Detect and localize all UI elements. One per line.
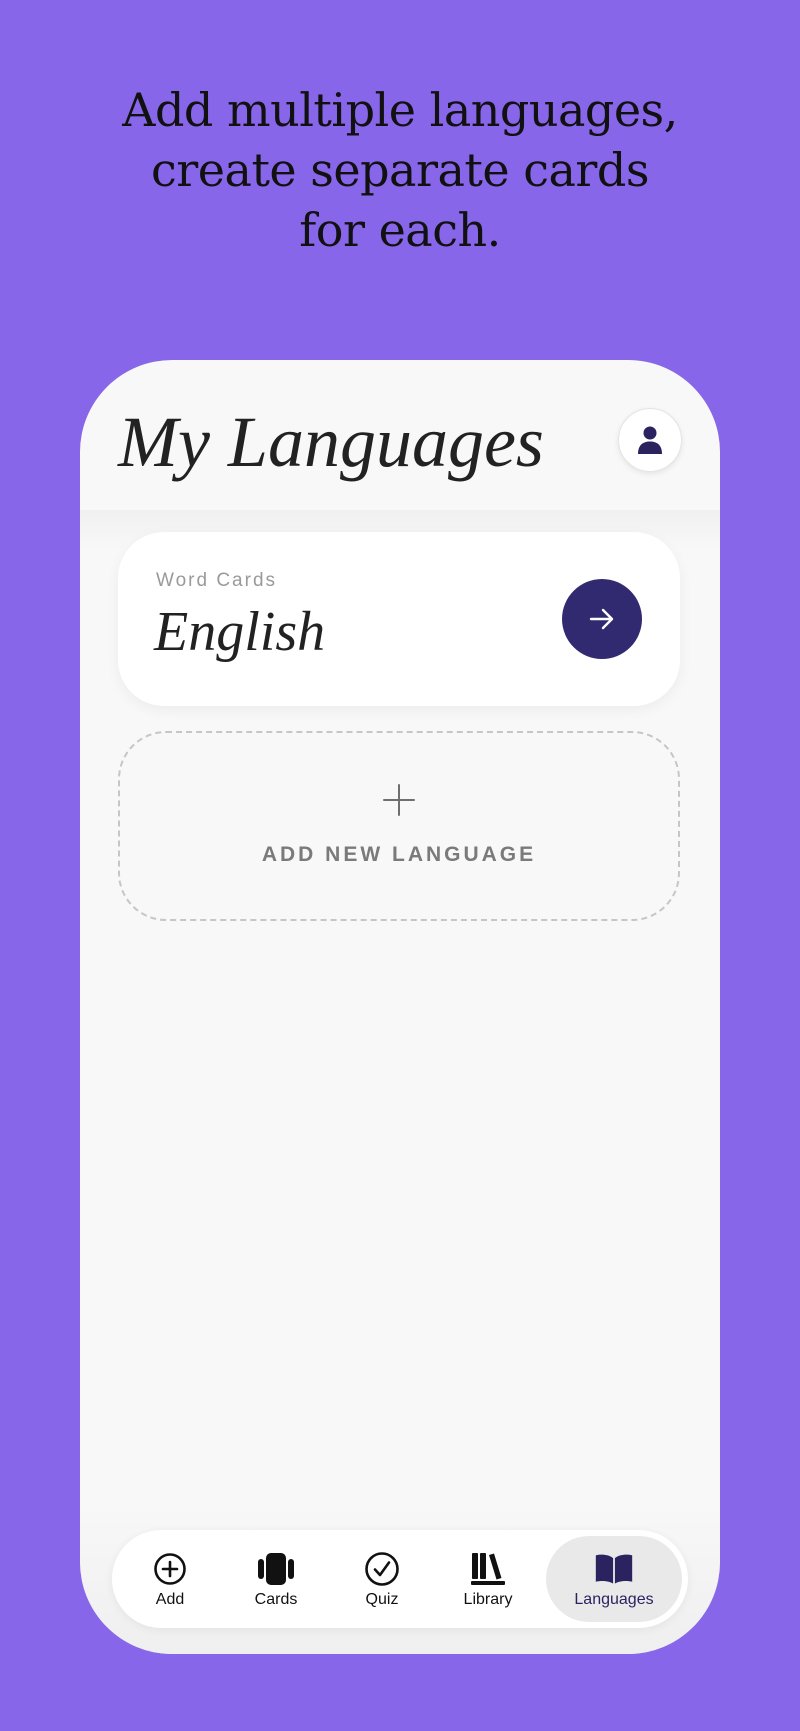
tab-bar: Add Cards Quiz Library Languages bbox=[112, 1530, 688, 1628]
promo-headline-line-3: for each. bbox=[299, 203, 501, 257]
card-kicker: Word Cards bbox=[156, 570, 278, 591]
tab-quiz-label: Quiz bbox=[365, 1591, 399, 1608]
promo-headline: Add multiple languages, create separate … bbox=[0, 80, 800, 260]
person-icon bbox=[638, 426, 662, 454]
open-language-button[interactable] bbox=[562, 579, 642, 659]
add-new-language-button[interactable]: ADD NEW LANGUAGE bbox=[118, 731, 680, 921]
phone-screen: My Languages Word Cards English ADD NEW … bbox=[80, 360, 720, 1654]
tab-languages[interactable]: Languages bbox=[546, 1536, 682, 1622]
add-new-language-label: ADD NEW LANGUAGE bbox=[261, 843, 537, 866]
page-title: My Languages bbox=[118, 402, 544, 482]
plus-circle-icon bbox=[150, 1549, 190, 1589]
tab-library-label: Library bbox=[463, 1591, 513, 1608]
add-plus-wrapper bbox=[120, 783, 678, 817]
arrow-right-icon bbox=[589, 608, 614, 630]
tab-library[interactable]: Library bbox=[440, 1536, 536, 1622]
cards-icon bbox=[256, 1549, 296, 1589]
profile-button[interactable] bbox=[618, 408, 682, 472]
tab-quiz[interactable]: Quiz bbox=[334, 1536, 430, 1622]
tab-add[interactable]: Add bbox=[122, 1536, 218, 1622]
tab-cards[interactable]: Cards bbox=[228, 1536, 324, 1622]
tab-cards-label: Cards bbox=[254, 1591, 298, 1608]
library-icon bbox=[468, 1549, 508, 1589]
promo-headline-line-1: Add multiple languages, bbox=[122, 83, 678, 137]
promo-headline-line-2: create separate cards bbox=[151, 143, 649, 197]
plus-icon bbox=[383, 784, 415, 816]
language-card-english[interactable]: Word Cards English bbox=[118, 532, 680, 706]
check-circle-icon bbox=[362, 1549, 402, 1589]
tab-add-label: Add bbox=[155, 1591, 185, 1608]
tab-languages-label: Languages bbox=[574, 1591, 654, 1608]
open-book-icon bbox=[594, 1549, 634, 1589]
card-language-name: English bbox=[154, 601, 326, 663]
